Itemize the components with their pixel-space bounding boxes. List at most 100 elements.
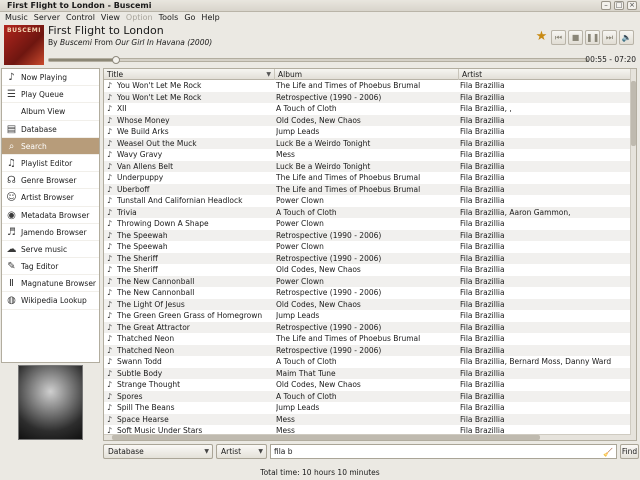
table-row[interactable]: ♪ Tunstall And Californian Headlock Power … (104, 195, 631, 207)
column-header-title[interactable]: Title ▼ (104, 69, 275, 80)
search-source-select[interactable]: Database ▼ (103, 444, 213, 459)
sidebar-item-database[interactable]: ▤ Database (2, 121, 99, 138)
cell-artist: Fila Brazillia (460, 92, 505, 102)
cell-artist: Fila Brazillia (460, 403, 505, 412)
menu-go[interactable]: Go (182, 12, 197, 23)
table-row[interactable]: ♪ The Sheriff Old Codes, New Chaos Fila Bra… (104, 264, 631, 276)
playlist-icon: ♫ (7, 157, 16, 169)
pause-button[interactable]: ❚❚ (585, 30, 600, 45)
table-row[interactable]: ♪ Underpuppy The Life and Times of Phoebus… (104, 172, 631, 184)
horizontal-scrollbar[interactable] (104, 434, 631, 440)
volume-button[interactable]: 🔈 (619, 30, 634, 45)
table-row[interactable]: ♪ The Sheriff Retrospective (1990 - 2006) F… (104, 252, 631, 264)
table-row[interactable]: ♪ Space Hearse Mess Fila Brazillia (104, 413, 631, 425)
table-row[interactable]: ♪ The Speewah Power Clown Fila Brazillia (104, 241, 631, 253)
menu-control[interactable]: Control (64, 12, 97, 23)
menu-help[interactable]: Help (199, 12, 221, 23)
cell-album: Retrospective (1990 - 2006) (276, 253, 382, 263)
table-row[interactable]: ♪ The New Cannonball Power Clown Fila Brazi… (104, 275, 631, 287)
table-row[interactable]: ♪ You Won't Let Me Rock Retrospective (199… (104, 91, 631, 103)
music-note-icon: ♪ (107, 368, 113, 378)
sidebar-item-album-view[interactable]: Album View (2, 103, 99, 121)
menu-view[interactable]: View (99, 12, 122, 23)
song-artist[interactable]: Buscemi (60, 38, 92, 47)
table-row[interactable]: ♪ The Light Of Jesus Old Codes, New Chaos F… (104, 298, 631, 310)
menu-tools[interactable]: Tools (157, 12, 181, 23)
music-note-icon: ♪ (107, 115, 113, 125)
sidebar-item-serve-music[interactable]: ☁ Serve music (2, 241, 99, 259)
column-header-artist[interactable]: Artist (459, 69, 631, 80)
sidebar-item-play-queue[interactable]: ☰ Play Queue (2, 86, 99, 104)
cell-title: The Sheriff (117, 253, 158, 263)
sidebar-item-now-playing[interactable]: ♪ Now Playing (2, 69, 99, 87)
song-album[interactable]: Our Girl In Havana (2000) (115, 38, 212, 47)
sidebar-item-magnatune-browser[interactable]: Ⅱ Magnatune Browser (2, 275, 99, 293)
sidebar-item-genre-browser[interactable]: ☊ Genre Browser (2, 172, 99, 190)
seek-handle[interactable] (112, 56, 121, 64)
table-row[interactable]: ♪ The Speewah Retrospective (1990 - 2006) F… (104, 229, 631, 241)
menu-server[interactable]: Server (32, 12, 62, 23)
table-row[interactable]: ♪ The Great Attractor Retrospective (1990 … (104, 321, 631, 333)
horizontal-scroll-thumb[interactable] (112, 435, 540, 440)
search-field-select[interactable]: Artist ▼ (216, 444, 267, 459)
song-subtitle: By Buscemi From Our Girl In Havana (2000… (48, 38, 212, 47)
table-row[interactable]: ♪ Spores A Touch of Cloth Fila Brazillia (104, 390, 631, 402)
cell-artist: Fila Brazillia (460, 276, 505, 286)
table-row[interactable]: ♪ Subtle Body Maim That Tune Fila Brazillia (104, 367, 631, 379)
sidebar-item-artist-browser[interactable]: ☺ Artist Browser (2, 189, 99, 207)
table-row[interactable]: ♪ Wavy Gravy Mess Fila Brazillia (104, 149, 631, 161)
vertical-scroll-thumb[interactable] (631, 81, 636, 146)
table-row[interactable]: ♪ The Green Green Grass of Homegrown Jump … (104, 310, 631, 322)
table-row[interactable]: ♪ Strange Thought Old Codes, New Chaos Fila… (104, 379, 631, 391)
sidebar-item-playlist-editor[interactable]: ♫ Playlist Editor (2, 155, 99, 173)
cell-title: XII (117, 104, 127, 113)
table-row[interactable]: ♪ Van Allens Belt Luck Be a Weirdo Tonight… (104, 160, 631, 172)
cell-album: Old Codes, New Chaos (276, 299, 361, 309)
favorite-star-icon[interactable]: ★ (534, 30, 549, 45)
music-note-icon: ♪ (107, 196, 113, 205)
sidebar-item-search[interactable]: ⌕ Search (2, 137, 99, 155)
vertical-scrollbar[interactable] (630, 69, 636, 440)
status-bar: Total time: 10 hours 10 minutes (260, 468, 380, 477)
list-rows: ♪ You Won't Let Me Rock The Life and Times… (104, 80, 631, 437)
sidebar-item-jamendo-browser[interactable]: ♬ Jamendo Browser (2, 224, 99, 241)
table-row[interactable]: ♪ We Build Arks Jump Leads Fila Brazillia (104, 126, 631, 138)
sidebar-item-wikipedia-lookup[interactable]: ◍ Wikipedia Lookup (2, 292, 99, 310)
cell-album: A Touch of Cloth (276, 104, 337, 113)
cell-title: Strange Thought (117, 380, 181, 389)
table-row[interactable]: ♪ Whose Money Old Codes, New Chaos Fila Bra… (104, 114, 631, 126)
sidebar-item-label: Jamendo Browser (21, 227, 87, 237)
find-button[interactable]: Find (620, 444, 639, 459)
sidebar-item-tag-editor[interactable]: ✎ Tag Editor (2, 258, 99, 276)
menu-option: Option (125, 13, 153, 22)
sidebar-item-metadata-browser[interactable]: ◉ Metadata Browser (2, 207, 99, 224)
table-row[interactable]: ♪ Swann Todd A Touch of Cloth Fila Brazilli… (104, 356, 631, 368)
table-row[interactable]: ♪ Thatched Neon Retrospective (1990 - 2006… (104, 344, 631, 356)
seek-bar[interactable] (48, 56, 588, 64)
close-button[interactable]: × (627, 1, 637, 10)
seek-progress (49, 59, 117, 61)
clear-search-icon[interactable]: 🧹 (603, 446, 613, 459)
previous-button[interactable]: ⏮ (551, 30, 566, 45)
table-row[interactable]: ♪ You Won't Let Me Rock The Life and Times… (104, 80, 631, 92)
maximize-button[interactable]: □ (614, 1, 624, 10)
table-row[interactable]: ♪ The New Cannonball Retrospective (1990 -… (104, 287, 631, 299)
table-row[interactable]: ♪ Trivia A Touch of Cloth Fila Brazillia, A… (104, 206, 631, 218)
cell-title: We Build Arks (117, 127, 169, 136)
cell-title: Thatched Neon (117, 345, 175, 355)
stop-button[interactable]: ■ (568, 30, 583, 45)
table-row[interactable]: ♪ Weasel Out the Muck Luck Be a Weirdo Ton… (104, 137, 631, 149)
cell-title: Swann Todd (117, 357, 162, 366)
table-row[interactable]: ♪ Throwing Down A Shape Power Clown Fila Br… (104, 218, 631, 230)
table-row[interactable]: ♪ Spill The Beans Jump Leads Fila Brazillia (104, 402, 631, 414)
table-row[interactable]: ♪ Uberboff The Life and Times of Phoebus B… (104, 183, 631, 195)
search-input[interactable]: fila b 🧹 (270, 444, 617, 459)
cell-title: The Green Green Grass of Homegrown (117, 311, 263, 320)
table-row[interactable]: ♪ Thatched Neon The Life and Times of Phoe… (104, 333, 631, 345)
menu-music[interactable]: Music (3, 12, 30, 23)
next-button[interactable]: ⏭ (602, 30, 617, 45)
minimize-button[interactable]: – (601, 1, 611, 10)
table-row[interactable]: ♪ XII A Touch of Cloth Fila Brazillia, , (104, 103, 631, 115)
column-header-album[interactable]: Album (275, 69, 459, 80)
album-cover[interactable]: BUSCEMI (4, 25, 44, 65)
